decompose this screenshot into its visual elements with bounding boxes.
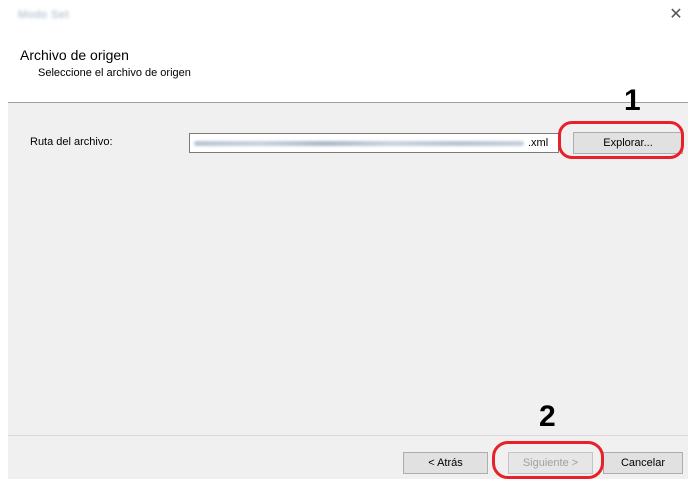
wizard-content: Ruta del archivo: .xml Explorar... [8, 103, 688, 435]
next-button[interactable]: Siguiente > [508, 452, 593, 474]
wizard-header: Archivo de origen Seleccione el archivo … [8, 32, 688, 103]
page-title: Archivo de origen [20, 47, 129, 63]
close-icon[interactable]: ✕ [668, 6, 684, 22]
step-number-2: 2 [539, 400, 556, 433]
window-title: Modo Set [18, 9, 70, 21]
back-button[interactable]: < Atrás [403, 452, 488, 474]
blurred-path-text [194, 141, 524, 146]
cancel-button[interactable]: Cancelar [603, 452, 683, 474]
file-path-label: Ruta del archivo: [30, 136, 113, 148]
file-extension: .xml [528, 137, 549, 149]
title-bar: Modo Set ✕ [8, 0, 688, 32]
file-path-input[interactable]: .xml [189, 133, 559, 153]
dialog-window: Modo Set ✕ Archivo de origen Seleccione … [0, 0, 688, 479]
page-subtitle: Seleccione el archivo de origen [38, 67, 191, 79]
step-number-1: 1 [624, 84, 641, 117]
wizard-footer: < Atrás Siguiente > Cancelar [8, 435, 688, 479]
browse-button[interactable]: Explorar... [573, 132, 683, 154]
